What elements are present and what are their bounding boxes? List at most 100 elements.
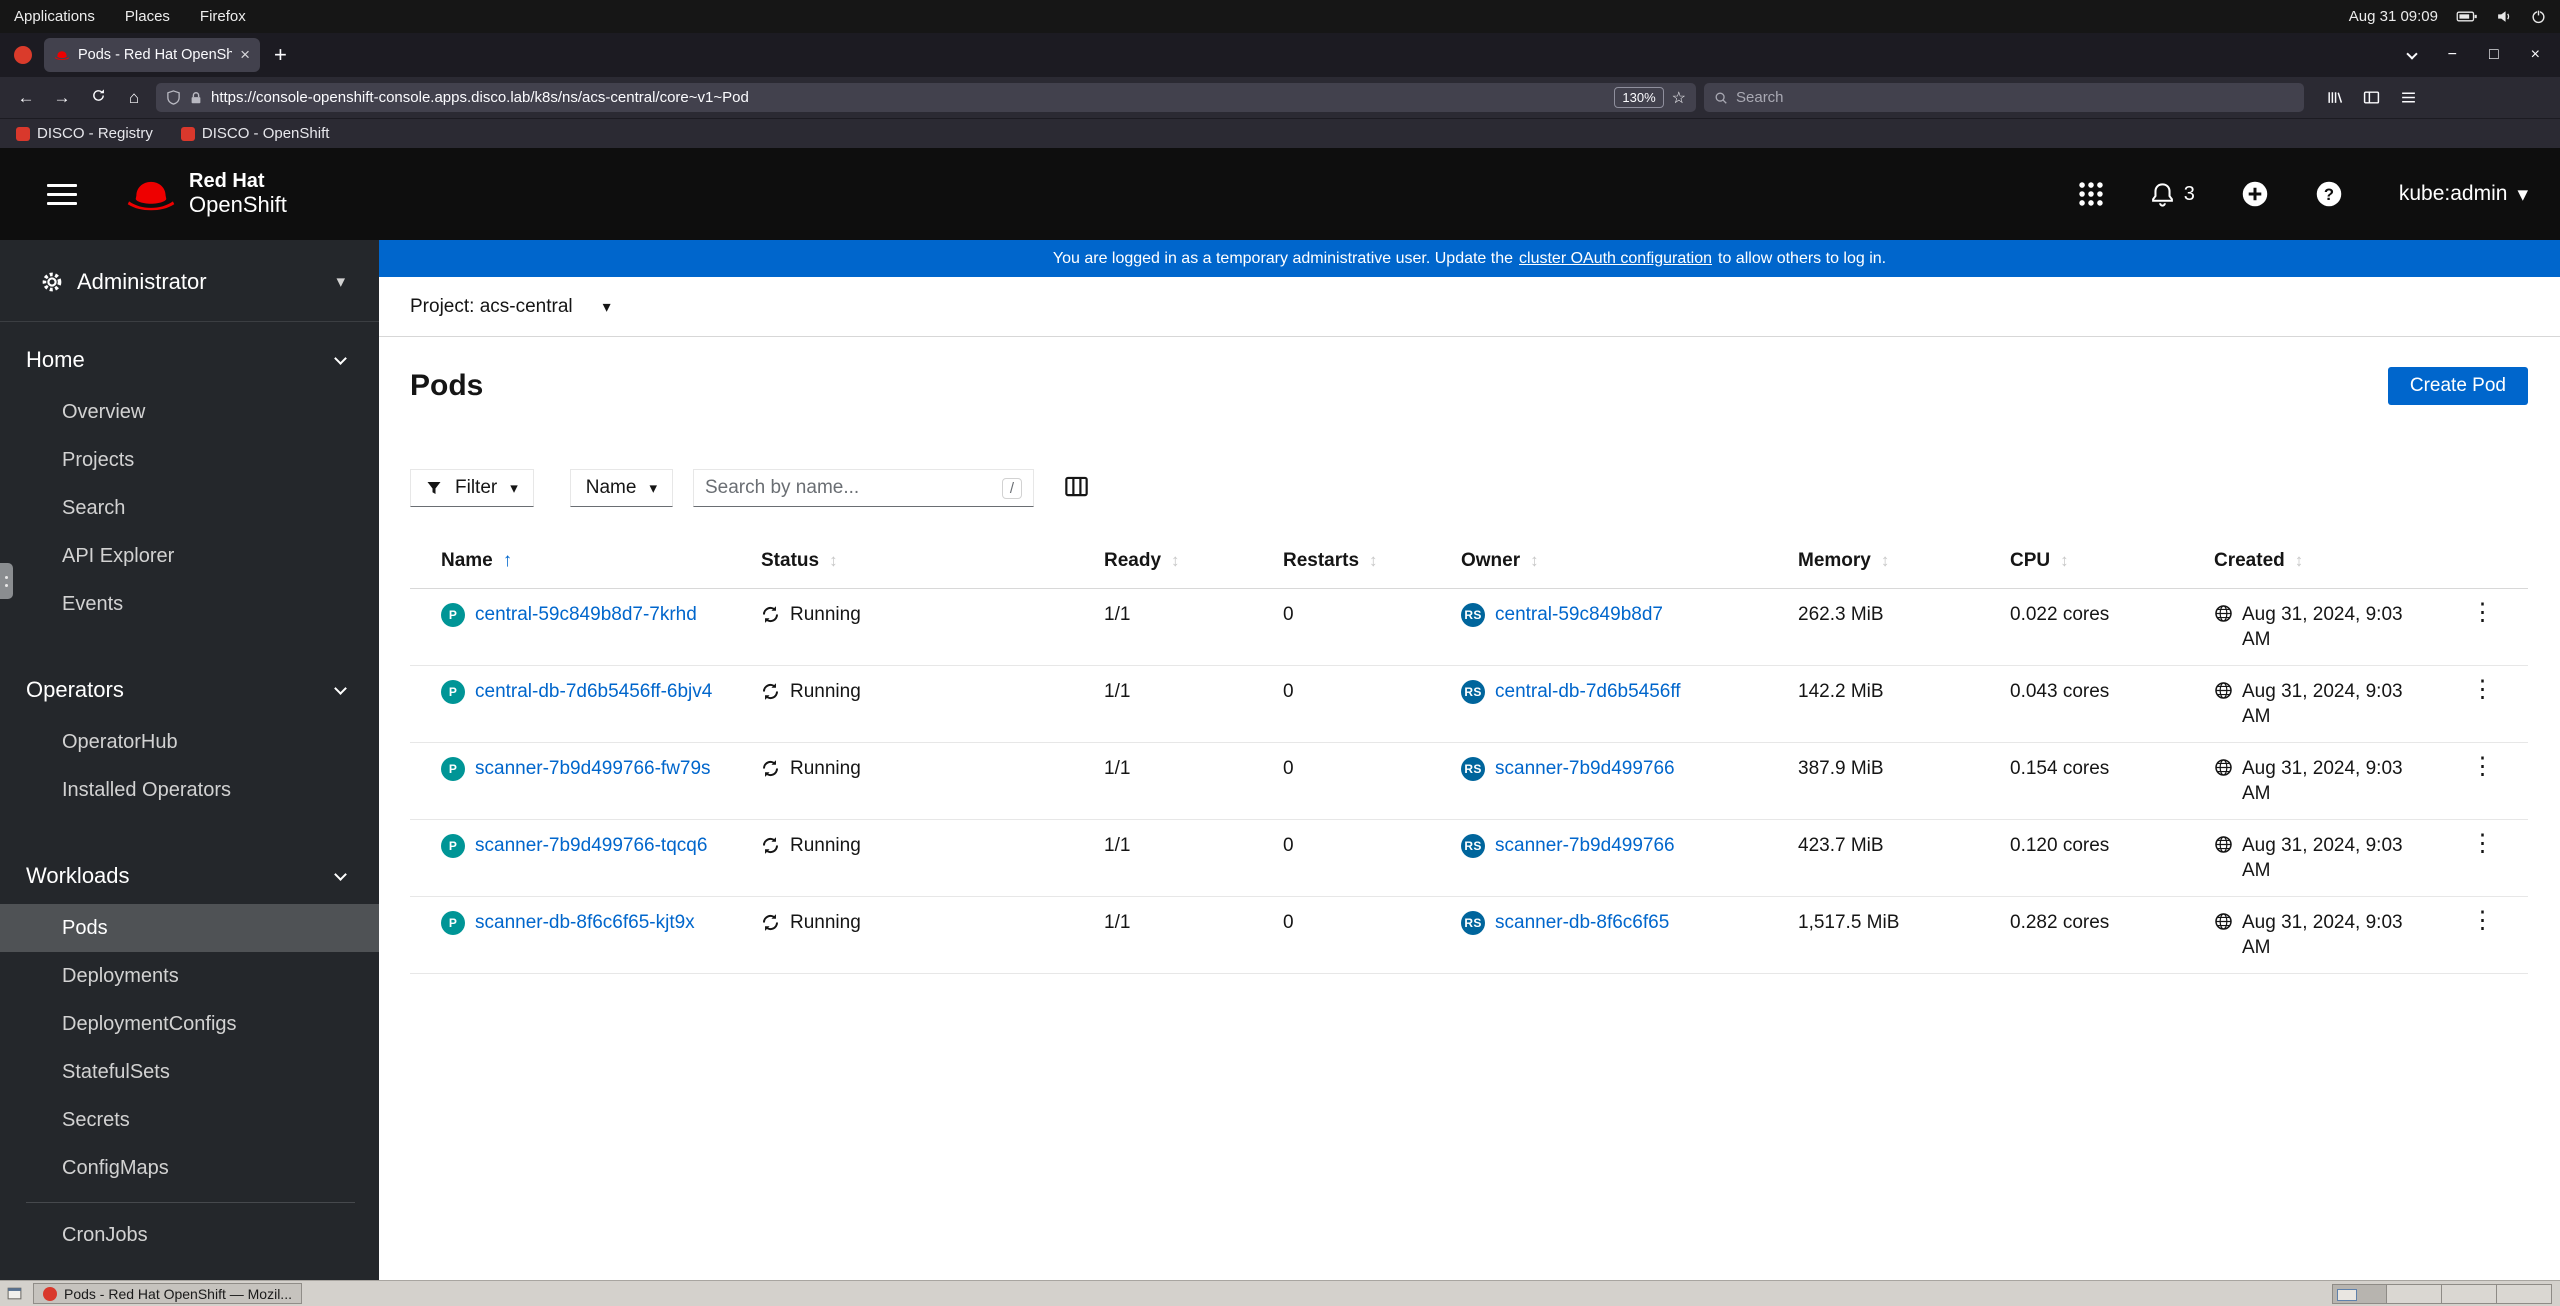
- sidebar-item-pods[interactable]: Pods: [0, 904, 379, 952]
- user-menu[interactable]: kube:admin ▾: [2399, 182, 2528, 207]
- owner-link[interactable]: scanner-db-8f6c6f65: [1495, 912, 1669, 934]
- sidebar-item-search[interactable]: Search: [0, 484, 379, 532]
- sidebar-item-deploymentconfigs[interactable]: DeploymentConfigs: [0, 1000, 379, 1048]
- pod-name-link[interactable]: central-db-7d6b5456ff-6bjv4: [475, 681, 712, 703]
- sidebar-item-deployments[interactable]: Deployments: [0, 952, 379, 1000]
- column-header-restarts[interactable]: Restarts ↕: [1283, 535, 1461, 589]
- app-menu-icon[interactable]: [2400, 89, 2417, 106]
- window-close-button[interactable]: ×: [2531, 46, 2540, 64]
- project-selector[interactable]: Project: acs-central ▾: [379, 277, 2560, 337]
- zoom-level-badge[interactable]: 130%: [1614, 87, 1664, 108]
- help-icon[interactable]: ?: [2315, 180, 2343, 208]
- cluster-oauth-configuration-link[interactable]: cluster OAuth configuration: [1519, 250, 1712, 268]
- create-plus-icon[interactable]: [2241, 180, 2269, 208]
- sidebar-item-installed-operators[interactable]: Installed Operators: [0, 766, 379, 814]
- sidebar-section-workloads[interactable]: Workloads: [0, 848, 379, 904]
- tracking-protection-shield-icon[interactable]: [166, 90, 181, 105]
- forward-button[interactable]: →: [48, 88, 76, 108]
- kebab-menu-button[interactable]: ⋮: [2471, 755, 2495, 779]
- table-row: P central-59c849b8d7-7krhd Running 1/1 0…: [410, 588, 2528, 666]
- sidebar-toggle-icon[interactable]: [2363, 89, 2380, 106]
- app-launcher-icon[interactable]: [2078, 181, 2104, 207]
- sidebar-item-cronjobs[interactable]: CronJobs: [0, 1211, 379, 1259]
- library-icon[interactable]: [2326, 89, 2343, 106]
- taskbar-window-button[interactable]: Pods - Red Hat OpenShift — Mozil...: [33, 1283, 302, 1304]
- bookmark-star-icon[interactable]: ☆: [1672, 88, 1686, 108]
- new-tab-button[interactable]: +: [274, 42, 287, 68]
- owner-link[interactable]: scanner-7b9d499766: [1495, 758, 1675, 780]
- browser-tab[interactable]: Pods - Red Hat OpenShift ×: [44, 38, 260, 72]
- clock[interactable]: Aug 31 09:09: [2349, 8, 2438, 25]
- kebab-menu-button[interactable]: ⋮: [2471, 832, 2495, 856]
- pod-name-link[interactable]: scanner-7b9d499766-fw79s: [475, 758, 711, 780]
- battery-icon[interactable]: [2456, 10, 2478, 23]
- sidebar-item-configmaps[interactable]: ConfigMaps: [0, 1144, 379, 1192]
- show-desktop-icon[interactable]: [6, 1285, 23, 1302]
- sidebar-section-home[interactable]: Home: [0, 332, 379, 388]
- firefox-app-menu[interactable]: Firefox: [200, 8, 246, 25]
- workspace-1[interactable]: [2332, 1283, 2387, 1304]
- home-button[interactable]: ⌂: [120, 88, 148, 108]
- caret-down-icon: ▾: [602, 298, 611, 316]
- pod-name-link[interactable]: central-59c849b8d7-7krhd: [475, 604, 697, 626]
- bookmark-label: DISCO - Registry: [37, 125, 153, 142]
- reload-button[interactable]: [84, 88, 112, 108]
- firefox-view-button[interactable]: [14, 46, 32, 64]
- power-icon[interactable]: [2531, 9, 2546, 24]
- owner-link[interactable]: central-59c849b8d7: [1495, 604, 1663, 626]
- back-button[interactable]: ←: [12, 88, 40, 108]
- manage-columns-button[interactable]: [1064, 474, 1089, 502]
- search-attribute-dropdown[interactable]: Name ▾: [569, 469, 673, 507]
- sidebar-item-projects[interactable]: Projects: [0, 436, 379, 484]
- column-header-name[interactable]: Name ↑: [410, 535, 761, 589]
- column-header-status[interactable]: Status ↕: [761, 535, 1104, 589]
- sidebar-section-operators[interactable]: Operators: [0, 662, 379, 718]
- lock-icon[interactable]: [189, 91, 203, 105]
- sidebar-item-api-explorer[interactable]: API Explorer: [0, 532, 379, 580]
- sidebar-item-statefulsets[interactable]: StatefulSets: [0, 1048, 379, 1096]
- table-row: P scanner-db-8f6c6f65-kjt9x Running 1/1 …: [410, 896, 2528, 974]
- column-header-cpu[interactable]: CPU ↕: [2010, 535, 2214, 589]
- browser-search-bar[interactable]: Search: [1704, 83, 2304, 112]
- column-header-ready[interactable]: Ready ↕: [1104, 535, 1283, 589]
- kebab-menu-button[interactable]: ⋮: [2471, 601, 2495, 625]
- column-header-memory[interactable]: Memory ↕: [1798, 535, 2010, 589]
- sidebar-item-overview[interactable]: Overview: [0, 388, 379, 436]
- owner-link[interactable]: central-db-7d6b5456ff: [1495, 681, 1681, 703]
- perspective-switcher[interactable]: Administrator ▾: [0, 240, 379, 322]
- window-maximize-button[interactable]: □: [2489, 46, 2499, 64]
- column-header-owner[interactable]: Owner ↕: [1461, 535, 1798, 589]
- column-header-created[interactable]: Created ↕: [2214, 535, 2453, 589]
- owner-link[interactable]: scanner-7b9d499766: [1495, 835, 1675, 857]
- side-panel-handle[interactable]: [0, 563, 13, 599]
- tab-close-button[interactable]: ×: [240, 45, 250, 65]
- bookmark-disco-openshift[interactable]: DISCO - OpenShift: [180, 125, 329, 142]
- volume-icon[interactable]: [2496, 10, 2513, 23]
- caret-down-icon: ▾: [336, 272, 345, 291]
- notifications-button[interactable]: 3: [2150, 182, 2195, 207]
- pod-ready: 1/1: [1104, 835, 1131, 856]
- workspace-3[interactable]: [2442, 1283, 2497, 1304]
- sidebar-item-events[interactable]: Events: [0, 580, 379, 628]
- workspace-2[interactable]: [2387, 1283, 2442, 1304]
- url-bar[interactable]: https://console-openshift-console.apps.d…: [156, 83, 1696, 112]
- pod-name-link[interactable]: scanner-db-8f6c6f65-kjt9x: [475, 912, 695, 934]
- pod-name-link[interactable]: scanner-7b9d499766-tqcq6: [475, 835, 707, 857]
- search-input[interactable]: [704, 477, 1002, 499]
- applications-menu[interactable]: Applications: [14, 8, 95, 25]
- browser-search-placeholder: Search: [1736, 89, 1784, 106]
- bookmark-disco-registry[interactable]: DISCO - Registry: [16, 125, 153, 142]
- nav-toggle-button[interactable]: [47, 183, 77, 205]
- kebab-menu-button[interactable]: ⋮: [2471, 909, 2495, 933]
- list-all-tabs-button[interactable]: [2405, 47, 2418, 60]
- workspace-4[interactable]: [2497, 1283, 2552, 1304]
- sidebar-item-secrets[interactable]: Secrets: [0, 1096, 379, 1144]
- places-menu[interactable]: Places: [125, 8, 170, 25]
- kebab-menu-button[interactable]: ⋮: [2471, 678, 2495, 702]
- replicaset-badge-icon: RS: [1461, 602, 1485, 627]
- sidebar-item-operatorhub[interactable]: OperatorHub: [0, 718, 379, 766]
- window-minimize-button[interactable]: −: [2448, 46, 2457, 64]
- filter-dropdown[interactable]: Filter ▾: [410, 469, 534, 507]
- sort-icon: ↕: [2060, 551, 2069, 570]
- create-pod-button[interactable]: Create Pod: [2387, 367, 2528, 405]
